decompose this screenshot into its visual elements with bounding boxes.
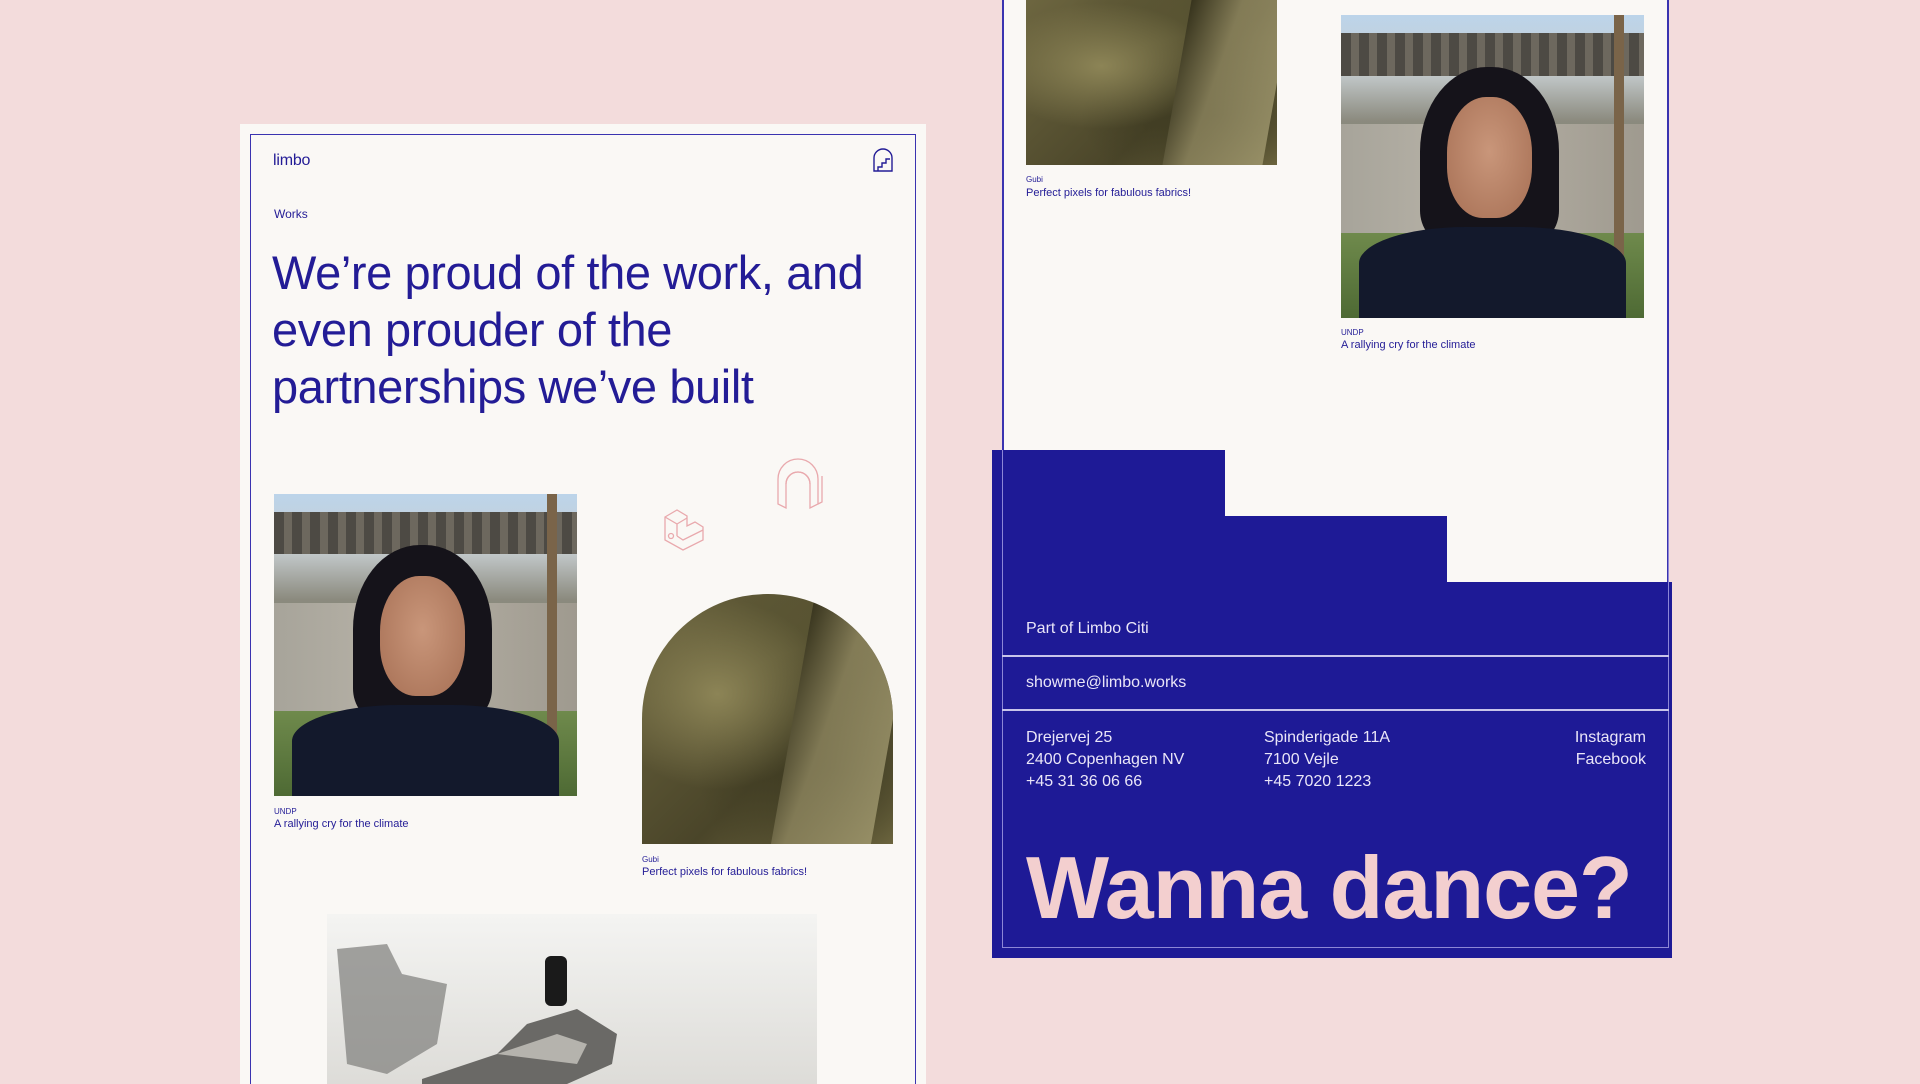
instagram-link[interactable]: Instagram: [1575, 727, 1646, 749]
breadcrumb[interactable]: Works: [274, 207, 308, 221]
footer-page-mockup: Gubi Perfect pixels for fabulous fabrics…: [992, 0, 1680, 958]
divider: [1002, 709, 1669, 711]
bottle-hand-work-image[interactable]: [327, 914, 817, 1084]
address-street: Drejervej 25: [1026, 729, 1113, 746]
work-title-link[interactable]: Perfect pixels for fabulous fabrics!: [1026, 187, 1191, 199]
works-page-mockup: limbo Works We’re proud of the work, and…: [240, 124, 926, 1084]
divider: [1002, 655, 1669, 657]
phone-link[interactable]: +45 31 36 06 66: [1026, 771, 1184, 793]
work-client: UNDP: [1341, 328, 1364, 337]
work-title-link[interactable]: Perfect pixels for fabulous fabrics!: [642, 866, 807, 878]
logo[interactable]: limbo: [273, 152, 310, 170]
cta-headline[interactable]: Wanna dance?: [1026, 838, 1633, 938]
gubi-work-image[interactable]: [642, 594, 893, 844]
work-title-link[interactable]: A rallying cry for the climate: [274, 818, 409, 830]
address-copenhagen: Drejervej 25 2400 Copenhagen NV +45 31 3…: [1026, 727, 1184, 793]
email-link[interactable]: showme@limbo.works: [1026, 672, 1186, 694]
gubi-work-image[interactable]: [1026, 0, 1277, 165]
work-client: UNDP: [274, 807, 297, 816]
undp-work-image[interactable]: [1341, 15, 1644, 318]
stairs-block-icon: [664, 509, 704, 551]
address-street: Spinderigade 11A: [1264, 729, 1391, 746]
undp-work-image[interactable]: [274, 494, 577, 796]
parent-company-text: Part of Limbo Citi: [1026, 620, 1149, 637]
work-client: Gubi: [642, 855, 659, 864]
address-city: 7100 Vejle: [1264, 751, 1339, 768]
phone-link[interactable]: +45 7020 1223: [1264, 771, 1390, 793]
stairs-menu-icon[interactable]: [872, 148, 894, 172]
work-title-link[interactable]: A rallying cry for the climate: [1341, 339, 1476, 351]
facebook-link[interactable]: Facebook: [1575, 749, 1646, 771]
social-links: Instagram Facebook: [1575, 727, 1646, 771]
work-client: Gubi: [1026, 175, 1043, 184]
address-city: 2400 Copenhagen NV: [1026, 751, 1185, 768]
arch-block-icon: [777, 458, 823, 510]
page-title: We’re proud of the work, and even proude…: [272, 246, 864, 413]
address-vejle: Spinderigade 11A 7100 Vejle +45 7020 122…: [1264, 727, 1390, 793]
